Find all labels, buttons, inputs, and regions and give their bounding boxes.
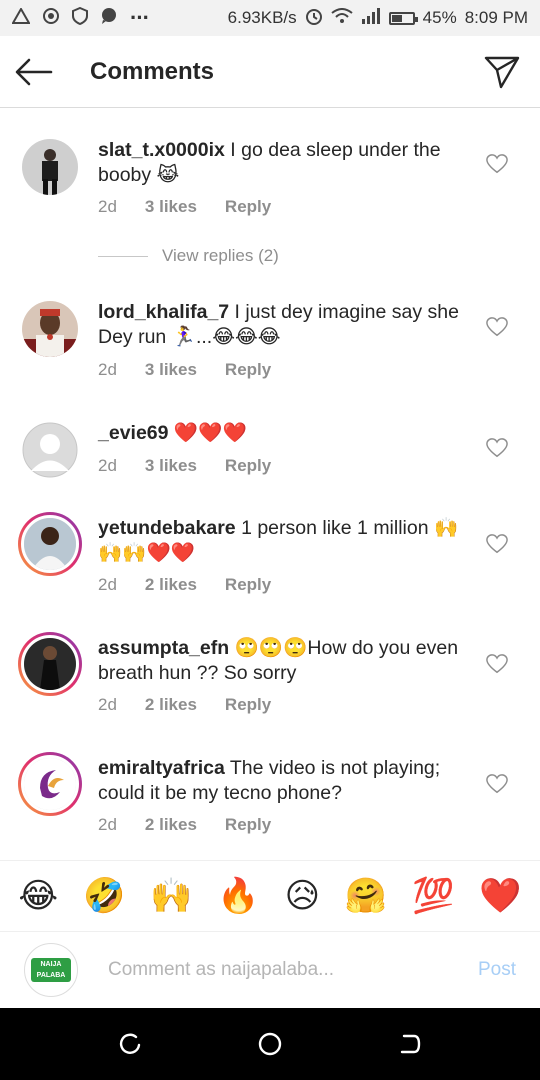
- share-button[interactable]: [482, 52, 522, 92]
- clock: 8:09 PM: [464, 8, 528, 27]
- home-button[interactable]: [252, 1026, 288, 1062]
- heart-icon[interactable]: [486, 533, 508, 555]
- avatar-image: [21, 515, 79, 573]
- comment-text: lord_khalifa_7 I just dey imagine say sh…: [98, 300, 468, 350]
- post-button[interactable]: Post: [478, 959, 516, 981]
- more-notifications: ···: [130, 5, 150, 30]
- status-bar: ··· 6.93KB/s 45% 8:09 PM: [0, 0, 540, 36]
- comment-input[interactable]: [108, 959, 438, 981]
- comment-likes[interactable]: 3 likes: [145, 197, 197, 217]
- view-replies-button[interactable]: View replies (2): [98, 246, 279, 266]
- home-icon: [258, 1032, 282, 1056]
- comment-age: 2d: [98, 456, 117, 475]
- emoji-hug[interactable]: 🤗: [345, 876, 387, 916]
- reply-button[interactable]: Reply: [225, 360, 271, 380]
- header: Comments: [0, 36, 540, 108]
- comment-content: ❤️❤️❤️: [168, 422, 247, 444]
- network-speed: 6.93KB/s: [227, 8, 297, 27]
- back-nav-icon: [400, 1034, 421, 1054]
- avatar-image: [21, 635, 79, 693]
- comment-composer: NAIJA PALABA Post: [0, 932, 540, 1008]
- emoji-joy[interactable]: 😂: [18, 876, 58, 916]
- comment-meta: 2d 3 likes Reply: [98, 456, 271, 476]
- comment-text: _evie69 ❤️❤️❤️: [98, 421, 468, 446]
- comment-likes[interactable]: 3 likes: [145, 456, 197, 476]
- reply-button[interactable]: Reply: [225, 197, 271, 217]
- reply-button[interactable]: Reply: [225, 815, 271, 835]
- send-icon: [484, 56, 520, 88]
- reply-button[interactable]: Reply: [225, 575, 271, 595]
- shield-icon: [72, 6, 88, 30]
- warning-icon: [11, 6, 31, 29]
- recents-icon: [119, 1033, 141, 1054]
- comment-username[interactable]: slat_t.x0000ix: [98, 139, 225, 161]
- my-avatar: NAIJA PALABA: [24, 943, 78, 997]
- comment-likes[interactable]: 2 likes: [145, 575, 197, 595]
- avatar[interactable]: [22, 422, 78, 478]
- divider: [98, 255, 148, 257]
- emoji-raised-hands[interactable]: 🙌: [150, 876, 192, 916]
- emoji-fire[interactable]: 🔥: [217, 876, 259, 916]
- wifi-icon: [331, 7, 353, 29]
- data-saver-icon: [42, 7, 60, 30]
- emoji-100[interactable]: 💯: [412, 876, 454, 916]
- emoji-rofl[interactable]: 🤣: [83, 876, 125, 916]
- comment-meta: 2d 2 likes Reply: [98, 815, 271, 835]
- comment-text: emiraltyafrica The video is not playing;…: [98, 756, 468, 806]
- comment-meta: 2d 2 likes Reply: [98, 695, 271, 715]
- emoji-bar: 😂 🤣 🙌 🔥 😥 🤗 💯 ❤️: [0, 860, 540, 932]
- comment-username[interactable]: lord_khalifa_7: [98, 301, 229, 323]
- back-nav-button[interactable]: [392, 1026, 428, 1062]
- avatar[interactable]: [22, 139, 78, 195]
- chat-icon: [100, 7, 118, 30]
- comment-likes[interactable]: 3 likes: [145, 360, 197, 380]
- signal-icon: [361, 7, 381, 29]
- comment-username[interactable]: assumpta_efn: [98, 637, 229, 659]
- heart-icon[interactable]: [486, 773, 508, 795]
- battery-icon: [388, 11, 418, 25]
- comment-username[interactable]: yetundebakare: [98, 517, 236, 539]
- comment-text: yetundebakare 1 person like 1 million 🙌🙌…: [98, 516, 468, 566]
- avatar[interactable]: [22, 301, 78, 357]
- back-arrow-icon: [15, 58, 53, 85]
- naijapalaba-logo: NAIJA PALABA: [31, 958, 71, 982]
- alarm-icon: [305, 7, 323, 30]
- reply-button[interactable]: Reply: [225, 695, 271, 715]
- comment-username[interactable]: emiraltyafrica: [98, 757, 225, 779]
- reply-button[interactable]: Reply: [225, 456, 271, 476]
- emoji-heart[interactable]: ❤️: [479, 876, 521, 916]
- comment-age: 2d: [98, 815, 117, 834]
- comment-age: 2d: [98, 695, 117, 714]
- comment-meta: 2d 2 likes Reply: [98, 575, 271, 595]
- heart-icon[interactable]: [486, 316, 508, 338]
- heart-icon[interactable]: [486, 437, 508, 459]
- comment-age: 2d: [98, 575, 117, 594]
- battery-level: 45%: [422, 8, 457, 27]
- comment-age: 2d: [98, 360, 117, 379]
- recents-button[interactable]: [112, 1026, 148, 1062]
- emoji-sad[interactable]: 😥: [285, 876, 320, 916]
- avatar-image: [21, 755, 79, 813]
- page-title: Comments: [90, 57, 215, 85]
- comment-likes[interactable]: 2 likes: [145, 815, 197, 835]
- navigation-bar: [0, 1008, 540, 1080]
- comment-meta: 2d 3 likes Reply: [98, 197, 271, 217]
- back-button[interactable]: [4, 36, 64, 108]
- comment-text: assumpta_efn 🙄🙄🙄How do you even breath h…: [98, 636, 468, 686]
- view-replies-label: View replies (2): [162, 246, 279, 265]
- avatar[interactable]: [18, 632, 82, 696]
- comment-likes[interactable]: 2 likes: [145, 695, 197, 715]
- comment-meta: 2d 3 likes Reply: [98, 360, 271, 380]
- avatar[interactable]: [18, 512, 82, 576]
- comment-age: 2d: [98, 197, 117, 216]
- comment-username[interactable]: _evie69: [98, 422, 169, 444]
- comment-text: slat_t.x0000ix I go dea sleep under the …: [98, 138, 468, 188]
- avatar[interactable]: [18, 752, 82, 816]
- comments-list: slat_t.x0000ix I go dea sleep under the …: [0, 108, 540, 860]
- heart-icon[interactable]: [486, 653, 508, 675]
- heart-icon[interactable]: [486, 153, 508, 175]
